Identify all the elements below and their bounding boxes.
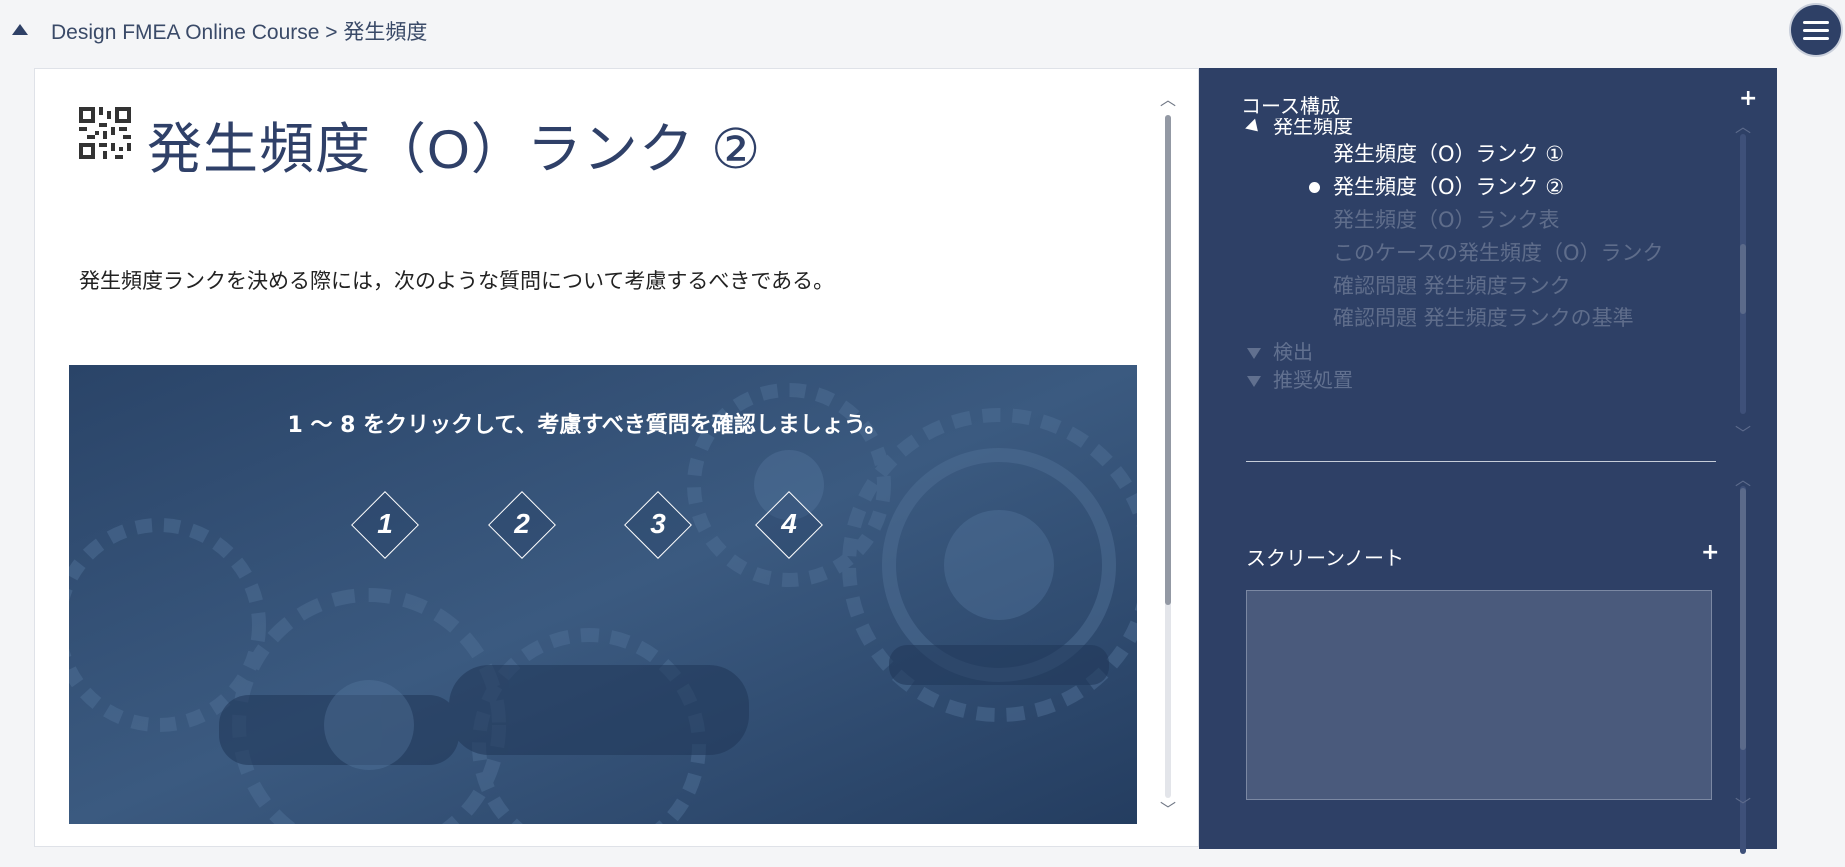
lesson-label: 確認問題 発生頻度ランクの基準 (1333, 306, 1634, 330)
lesson-item[interactable]: このケースの発生頻度（O）ランク (1333, 237, 1663, 267)
question-button-4[interactable]: 4 (755, 491, 823, 559)
notes-expand-button[interactable]: + (1701, 540, 1719, 565)
qr-code-icon (79, 107, 131, 159)
lesson-label: 確認問題 発生頻度ランク (1333, 274, 1571, 298)
section-label: 推奨処置 (1273, 368, 1353, 392)
sidebar: コース構成 + 発生頻度 発生頻度（O）ランク ① 発生頻度（O）ランク ② 発… (1199, 68, 1777, 854)
question-number: 1 (377, 508, 393, 539)
collapse-toggle-icon[interactable] (12, 24, 28, 35)
sidebar-divider (1246, 461, 1716, 462)
question-number: 2 (514, 508, 530, 539)
notes-textarea[interactable] (1246, 590, 1712, 800)
expanded-triangle-icon (1245, 118, 1263, 137)
outline-section[interactable]: 検出 (1247, 336, 1313, 365)
scroll-up-icon[interactable]: ︿ (1160, 92, 1176, 108)
lesson-label: 発生頻度（O）ランク表 (1333, 208, 1560, 232)
lesson-label: このケースの発生頻度（O）ランク (1333, 241, 1664, 265)
scroll-down-icon[interactable]: ﹀ (1735, 420, 1751, 444)
lesson-item[interactable]: 発生頻度（O）ランク ① (1333, 138, 1564, 168)
page-title: 発生頻度（O）ランク ② (147, 118, 762, 180)
outline-expand-button[interactable]: + (1739, 86, 1757, 111)
course-outline: 発生頻度 発生頻度（O）ランク ① 発生頻度（O）ランク ② 発生頻度（O）ラン… (1239, 118, 1739, 513)
hamburger-icon-bar (1803, 21, 1829, 24)
notes-header: スクリーンノート (1246, 546, 1404, 570)
outline-scrollbar[interactable] (1740, 134, 1746, 414)
outline-header: コース構成 (1241, 94, 1340, 118)
lesson-label: 発生頻度（O）ランク ① (1333, 142, 1565, 166)
body-text: 発生頻度ランクを決める際には，次のような質問について考慮するべきである。 (79, 269, 835, 293)
lesson-item[interactable]: 確認問題 発生頻度ランク (1333, 270, 1571, 300)
question-number: 3 (650, 508, 666, 539)
outline-scrollbar-thumb[interactable] (1740, 244, 1746, 314)
collapsed-triangle-icon (1247, 376, 1261, 387)
lesson-label: 発生頻度（O）ランク ② (1333, 175, 1565, 199)
question-button-2[interactable]: 2 (488, 491, 556, 559)
lesson-item[interactable]: 発生頻度（O）ランク表 (1333, 204, 1560, 234)
outline-section-current[interactable]: 発生頻度 (1245, 118, 1353, 139)
collapsed-triangle-icon (1247, 348, 1261, 359)
question-button-1[interactable]: 1 (351, 491, 419, 559)
hero-instruction: 1 ～ 8 をクリックして、考慮すべき質問を確認しましょう。 (287, 413, 887, 438)
menu-button[interactable] (1791, 5, 1841, 55)
interactive-gear-image: 1 ～ 8 をクリックして、考慮すべき質問を確認しましょう。 1 2 3 4 (69, 365, 1137, 824)
content-scrollbar-thumb[interactable] (1165, 115, 1171, 605)
notes-scrollbar-thumb[interactable] (1740, 488, 1746, 750)
hamburger-icon-bar (1803, 37, 1829, 40)
outline-section[interactable]: 推奨処置 (1247, 364, 1353, 393)
scroll-down-icon[interactable]: ﹀ (1735, 792, 1751, 816)
question-number: 4 (781, 508, 797, 539)
scroll-down-icon[interactable]: ﹀ (1160, 802, 1176, 818)
section-label: 検出 (1273, 340, 1313, 364)
content-panel: 発生頻度（O）ランク ② 発生頻度ランクを決める際には，次のような質問について考… (34, 68, 1199, 847)
breadcrumb[interactable]: Design FMEA Online Course > 発生頻度 (51, 16, 427, 46)
hamburger-icon-bar (1803, 29, 1829, 32)
lesson-item[interactable]: 確認問題 発生頻度ランクの基準 (1333, 302, 1634, 332)
content-scrollbar[interactable] (1165, 115, 1171, 798)
current-lesson-bullet-icon (1309, 182, 1320, 193)
section-label: 発生頻度 (1273, 118, 1353, 138)
lesson-item-current[interactable]: 発生頻度（O）ランク ② (1333, 171, 1564, 201)
question-button-3[interactable]: 3 (624, 491, 692, 559)
